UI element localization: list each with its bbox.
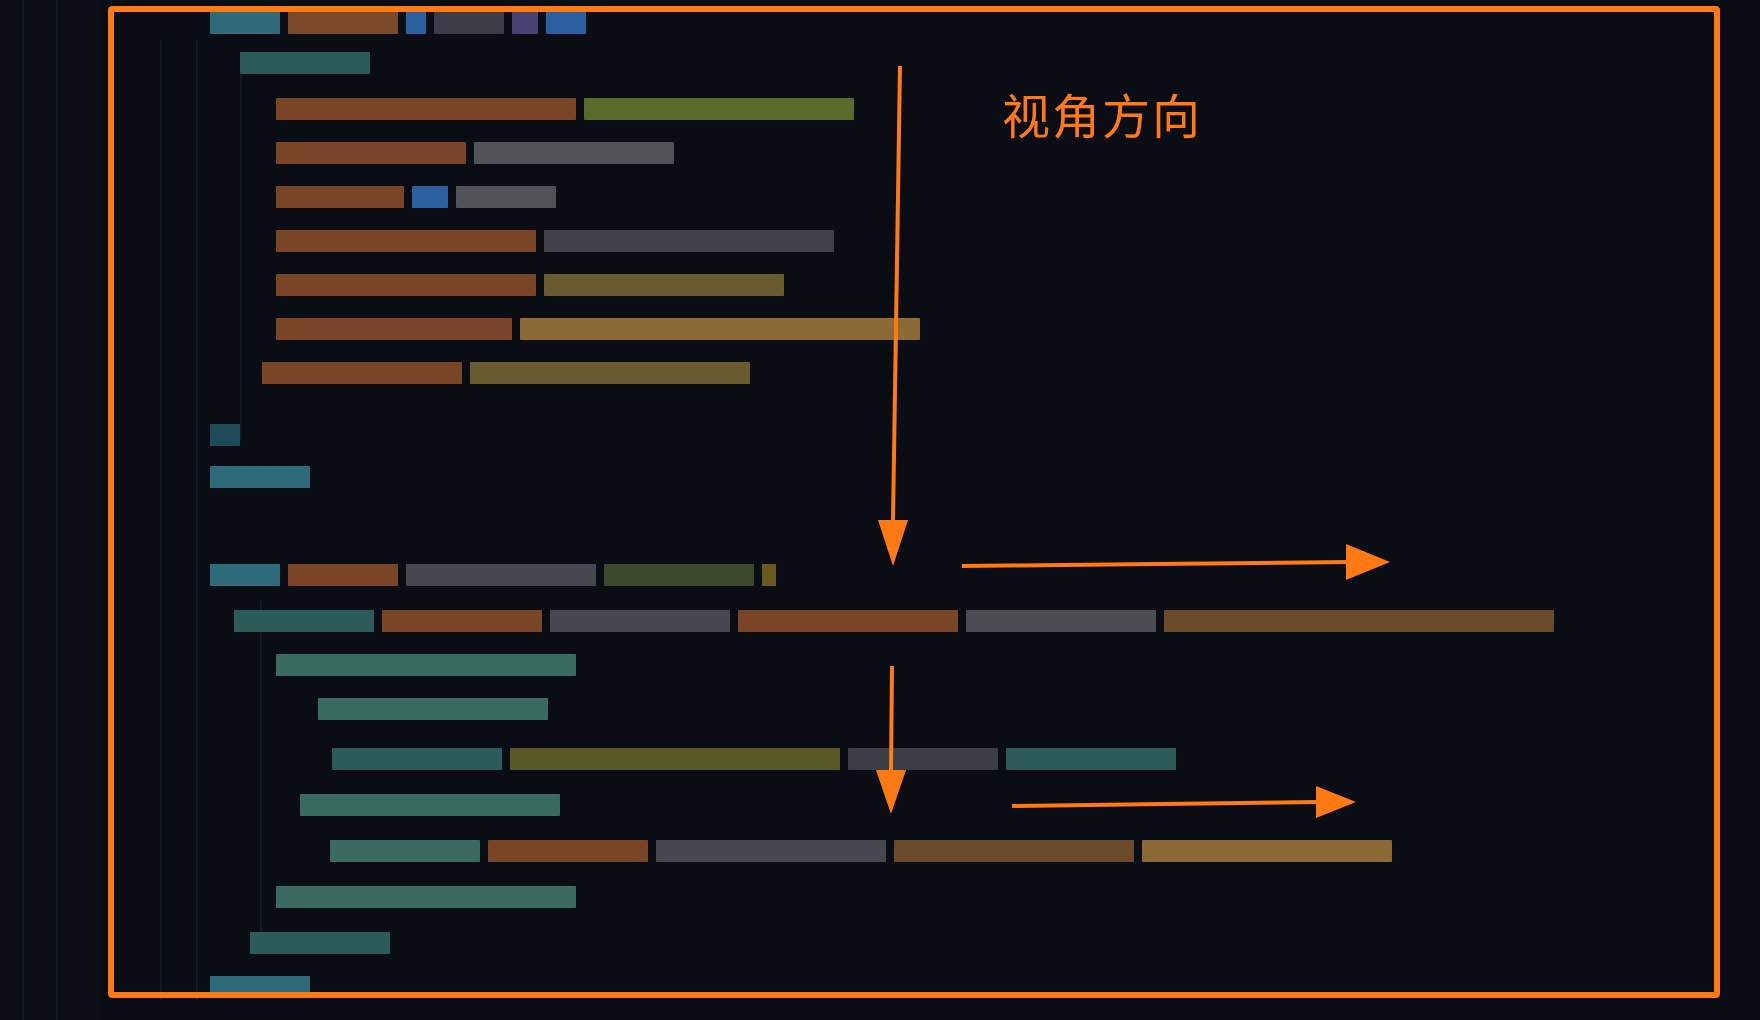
arrowhead-down-upper	[878, 520, 908, 566]
arrow-down-upper	[891, 65, 902, 521]
arrow-down-lower	[889, 665, 894, 771]
arrow-right-lower	[1011, 800, 1321, 808]
arrowhead-right-upper	[1346, 544, 1390, 580]
arrow-right-upper	[961, 560, 1351, 568]
arrowhead-right-lower	[1316, 786, 1356, 818]
direction-arrows	[876, 65, 1390, 818]
arrowhead-down-lower	[876, 770, 906, 814]
